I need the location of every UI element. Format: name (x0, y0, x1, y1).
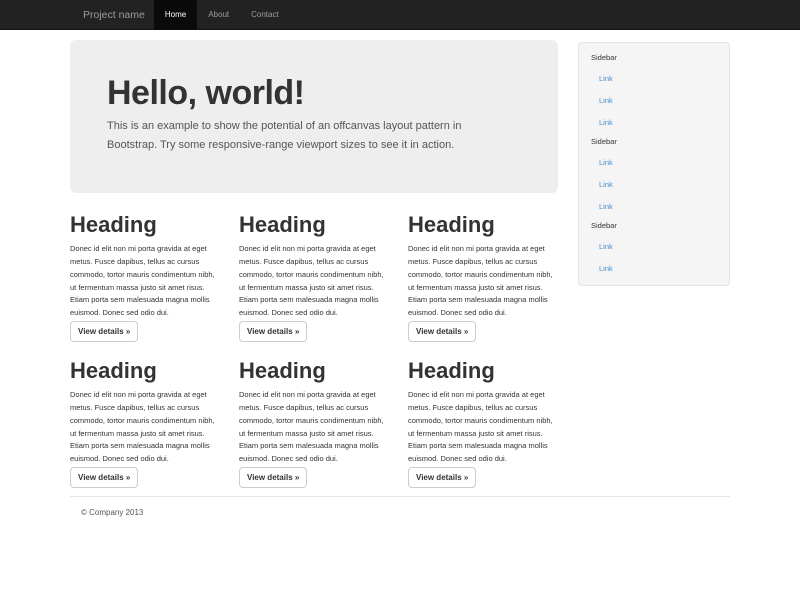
sidebar-link[interactable]: Link (579, 67, 729, 89)
brand-link[interactable]: Project name (70, 0, 154, 30)
card-body: Donec id elit non mi porta gravida at eg… (239, 389, 391, 466)
nav-item-home: Home (154, 0, 197, 30)
card-heading: Heading (408, 359, 560, 383)
sidebar-group-title: Sidebar (579, 49, 729, 67)
view-details-button[interactable]: View details » (70, 321, 138, 342)
card: Heading Donec id elit non mi porta gravi… (70, 213, 222, 342)
card: Heading Donec id elit non mi porta gravi… (239, 213, 391, 342)
card-heading: Heading (70, 213, 222, 237)
jumbotron: Hello, world! This is an example to show… (70, 40, 558, 193)
sidebar-group: Sidebar Link Link Link (579, 133, 729, 217)
nav-item-about: About (197, 0, 240, 30)
sidebar-link[interactable]: Link (579, 173, 729, 195)
sidebar-link[interactable]: Link (579, 151, 729, 173)
card: Heading Donec id elit non mi porta gravi… (408, 213, 560, 342)
card-heading: Heading (70, 359, 222, 383)
nav-link-contact[interactable]: Contact (240, 0, 290, 30)
card-body: Donec id elit non mi porta gravida at eg… (70, 243, 222, 320)
card: Heading Donec id elit non mi porta gravi… (239, 359, 391, 488)
main-column: Hello, world! This is an example to show… (70, 30, 578, 488)
cards-row-1: Heading Donec id elit non mi porta gravi… (70, 213, 578, 342)
nav-menu: Home About Contact (154, 0, 290, 30)
nav-link-home[interactable]: Home (154, 0, 197, 30)
nav-link-about[interactable]: About (197, 0, 240, 30)
card-body: Donec id elit non mi porta gravida at eg… (70, 389, 222, 466)
card-body: Donec id elit non mi porta gravida at eg… (239, 243, 391, 320)
sidebar-group-title: Sidebar (579, 133, 729, 151)
view-details-button[interactable]: View details » (239, 321, 307, 342)
nav-item-contact: Contact (240, 0, 290, 30)
sidebar: Sidebar Link Link Link Sidebar Link Link… (578, 42, 730, 286)
page-title: Hello, world! (107, 75, 528, 111)
page-container: Hello, world! This is an example to show… (70, 30, 730, 517)
content-row: Hello, world! This is an example to show… (70, 30, 730, 488)
sidebar-group: Sidebar Link Link Link (579, 49, 729, 133)
card-body: Donec id elit non mi porta gravida at eg… (408, 243, 560, 320)
view-details-button[interactable]: View details » (408, 467, 476, 488)
card-heading: Heading (408, 213, 560, 237)
sidebar-group: Sidebar Link Link (579, 217, 729, 279)
copyright-text: © Company 2013 (70, 497, 730, 517)
card-heading: Heading (239, 359, 391, 383)
footer: © Company 2013 (70, 496, 730, 517)
sidebar-link[interactable]: Link (579, 257, 729, 279)
sidebar-group-title: Sidebar (579, 217, 729, 235)
view-details-button[interactable]: View details » (239, 467, 307, 488)
view-details-button[interactable]: View details » (70, 467, 138, 488)
card-body: Donec id elit non mi porta gravida at eg… (408, 389, 560, 466)
sidebar-link[interactable]: Link (579, 111, 729, 133)
navbar-container: Project name Home About Contact (70, 0, 730, 30)
view-details-button[interactable]: View details » (408, 321, 476, 342)
jumbotron-description: This is an example to show the potential… (107, 117, 499, 155)
card: Heading Donec id elit non mi porta gravi… (408, 359, 560, 488)
sidebar-link[interactable]: Link (579, 89, 729, 111)
sidebar-link[interactable]: Link (579, 235, 729, 257)
cards-row-2: Heading Donec id elit non mi porta gravi… (70, 359, 578, 488)
card: Heading Donec id elit non mi porta gravi… (70, 359, 222, 488)
card-heading: Heading (239, 213, 391, 237)
sidebar-link[interactable]: Link (579, 195, 729, 217)
navbar: Project name Home About Contact (0, 0, 800, 30)
sidebar-column: Sidebar Link Link Link Sidebar Link Link… (578, 30, 730, 286)
